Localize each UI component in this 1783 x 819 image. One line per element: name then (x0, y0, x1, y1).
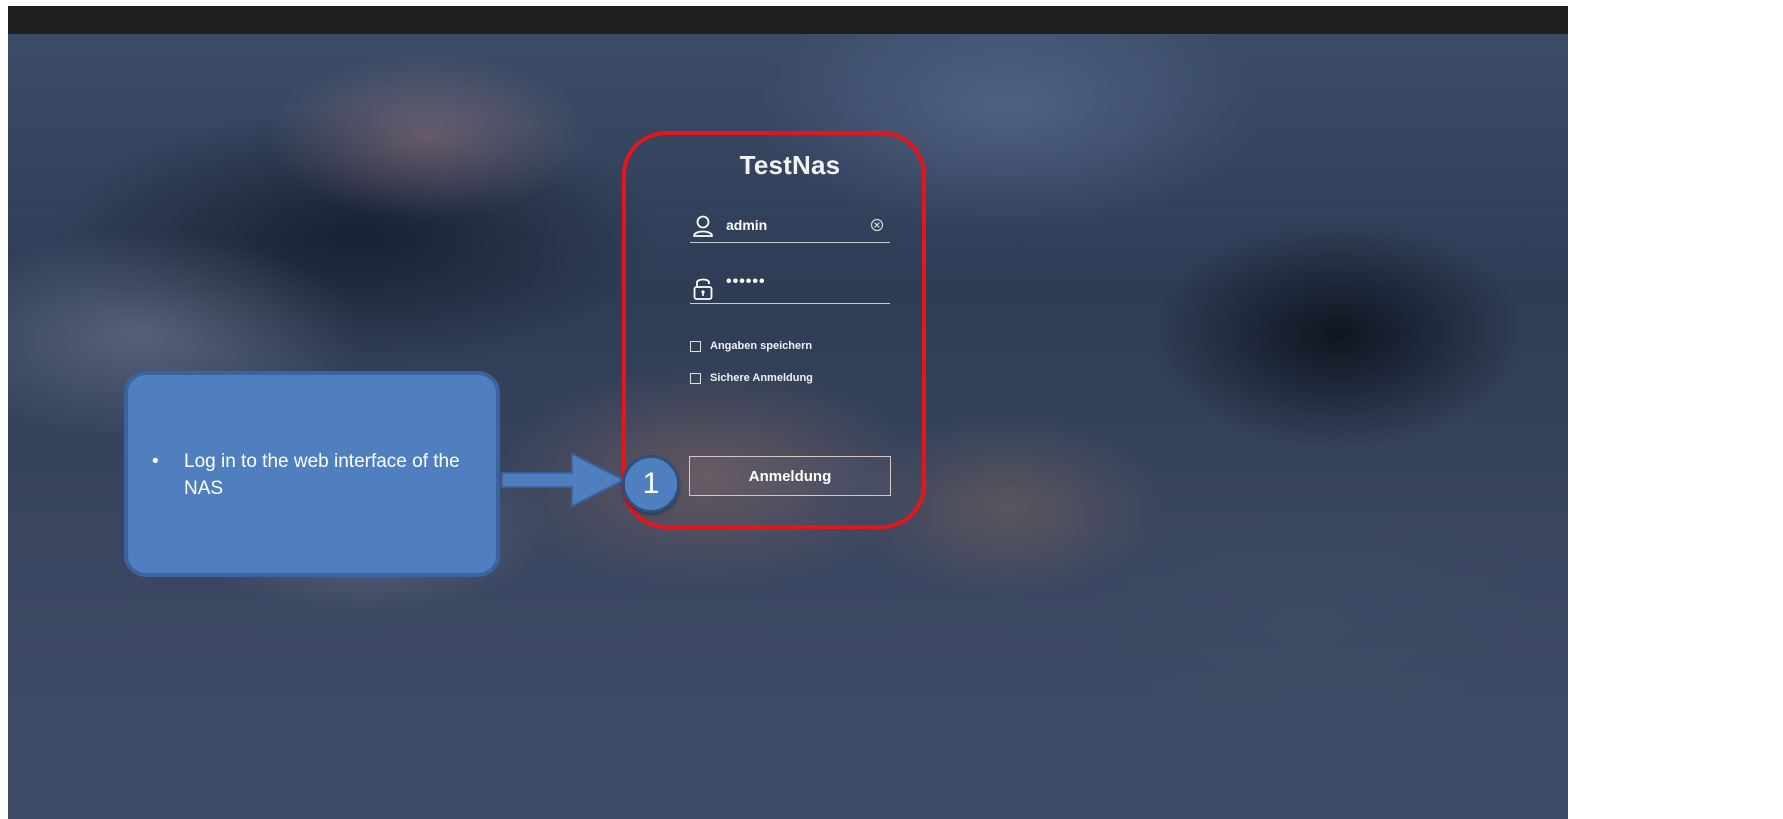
bullet: • (152, 451, 159, 472)
instruction-text: Log in to the web interface of the NAS (184, 451, 460, 499)
login-title: TestNas (739, 150, 841, 180)
secure-login-option[interactable]: Sichere Anmeldung (690, 369, 813, 387)
arrow-icon (501, 453, 625, 507)
lock-icon (692, 275, 714, 300)
username-field[interactable]: admin (690, 210, 890, 243)
remember-checkbox[interactable] (690, 340, 701, 352)
secure-login-checkbox[interactable] (690, 372, 701, 384)
login-button[interactable]: Anmeldung (689, 456, 891, 496)
clear-icon[interactable] (870, 218, 884, 232)
remember-option[interactable]: Angaben speichern (690, 337, 812, 355)
password-field[interactable]: •••••• (690, 271, 890, 304)
top-bar (8, 6, 1568, 34)
secure-login-label: Sichere Anmeldung (710, 372, 813, 384)
step-number-badge: 1 (622, 455, 680, 513)
password-value: •••••• (726, 273, 766, 290)
remember-label: Angaben speichern (710, 340, 813, 352)
username-value: admin (726, 217, 768, 233)
instruction-text-block: • Log in to the web interface of the NAS (150, 448, 470, 502)
user-icon (692, 214, 714, 238)
